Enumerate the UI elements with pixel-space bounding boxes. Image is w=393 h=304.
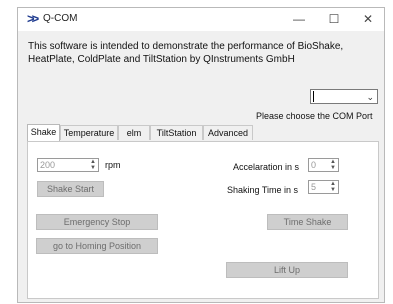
shaking-time-label: Shaking Time in s — [227, 185, 299, 195]
emergency-stop-button[interactable]: Emergency Stop — [36, 214, 158, 230]
spin-arrows-icon[interactable]: ▲ ▼ — [329, 159, 337, 171]
tab-shake[interactable]: Shake — [27, 124, 60, 141]
acceleration-stepper[interactable]: 0 ▲ ▼ — [308, 158, 339, 172]
com-port-select[interactable]: ⌄ — [310, 89, 378, 104]
spin-arrows-icon[interactable]: ▲ ▼ — [89, 159, 97, 171]
shake-start-button[interactable]: Shake Start — [37, 181, 104, 197]
main-window: >> Q-COM — ☐ ✕ This software is intended… — [17, 7, 385, 303]
com-port-label: Please choose the COM Port — [256, 111, 373, 121]
homing-position-button[interactable]: go to Homing Position — [36, 238, 158, 254]
time-shake-button[interactable]: Time Shake — [267, 214, 348, 230]
spin-arrows-icon[interactable]: ▲ ▼ — [329, 181, 337, 193]
tab-advanced[interactable]: Advanced — [203, 125, 253, 140]
acceleration-label: Accelaration in s — [233, 162, 300, 172]
description-text: This software is intended to demonstrate… — [28, 41, 344, 65]
tab-temperature[interactable]: Temperature — [60, 125, 118, 140]
title-bar: >> Q-COM — ☐ ✕ — [18, 8, 384, 31]
tab-elm[interactable]: elm — [118, 125, 150, 140]
text-caret — [313, 91, 314, 102]
tab-tiltstation[interactable]: TiltStation — [150, 125, 203, 140]
acceleration-value: 0 — [311, 160, 317, 170]
lift-up-button[interactable]: Lift Up — [226, 262, 348, 278]
shaking-time-value: 5 — [311, 182, 317, 192]
rpm-value: 200 — [40, 160, 56, 170]
chevron-down-icon[interactable]: ⌄ — [366, 90, 374, 104]
chevrons-right-icon: >> — [27, 11, 39, 26]
minimize-button[interactable]: — — [284, 10, 314, 28]
shaking-time-stepper[interactable]: 5 ▲ ▼ — [308, 180, 339, 194]
maximize-button[interactable]: ☐ — [319, 10, 349, 28]
rpm-stepper[interactable]: 200 ▲ ▼ — [37, 158, 99, 172]
window-title: Q-COM — [43, 13, 78, 24]
shake-panel: 200 ▲ ▼ rpm Shake Start Accelaration in s… — [27, 141, 379, 299]
close-button[interactable]: ✕ — [353, 10, 383, 28]
rpm-unit-label: rpm — [105, 160, 121, 170]
